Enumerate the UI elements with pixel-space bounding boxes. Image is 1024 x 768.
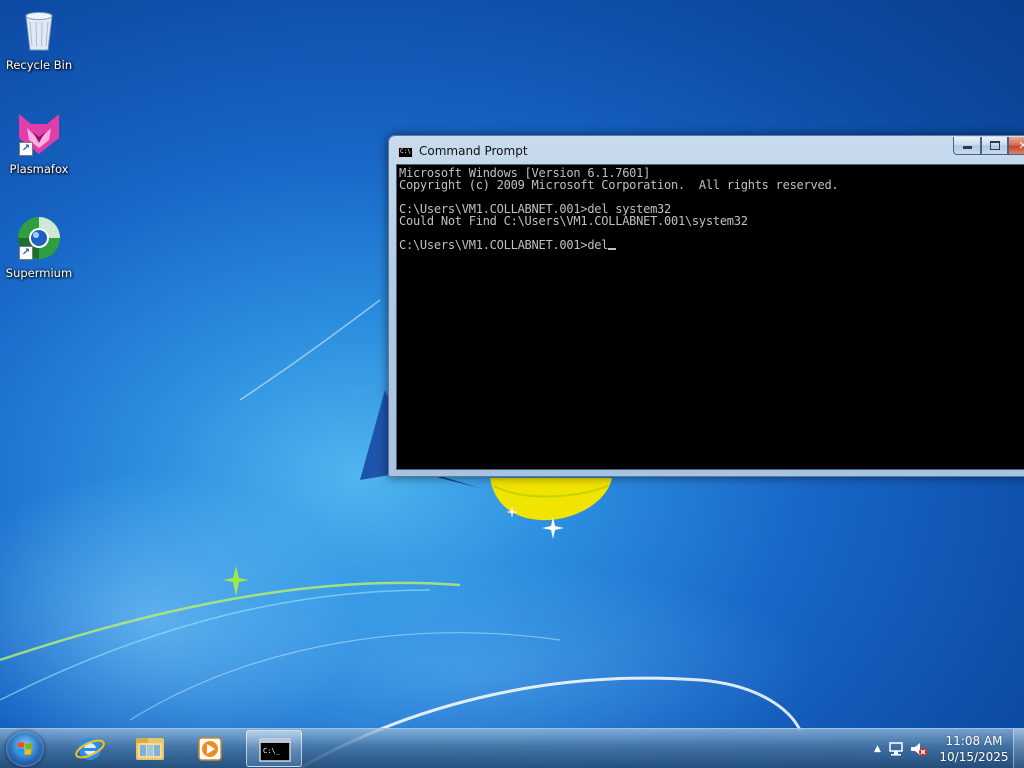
taskbar-app-command-prompt[interactable]: C:\_ [246, 730, 302, 767]
minimize-icon [962, 146, 972, 149]
recycle-bin-icon [15, 6, 63, 54]
start-button[interactable] [6, 731, 44, 767]
console-line: Copyright (c) 2009 Microsoft Corporation… [399, 178, 839, 192]
window-titlebar[interactable]: C:\ Command Prompt ✕ [389, 136, 1024, 164]
desktop-icon-plasmafox[interactable]: ↗ Plasmafox [2, 110, 76, 176]
windows-explorer-icon [136, 738, 164, 760]
show-hidden-icons-icon[interactable]: ▲ [874, 744, 881, 754]
command-prompt-window[interactable]: C:\ Command Prompt ✕ Microsoft Windows [… [388, 135, 1024, 477]
shortcut-arrow-icon: ↗ [19, 246, 33, 260]
taskbar-app-internet-explorer[interactable] [62, 730, 118, 767]
maximize-button[interactable] [981, 137, 1008, 155]
show-desktop-button[interactable] [1013, 729, 1024, 768]
command-prompt-icon: C:\ [398, 147, 413, 158]
command-prompt-icon: C:\_ [259, 738, 291, 762]
volume-muted-icon[interactable] [910, 741, 928, 757]
internet-explorer-icon [75, 738, 105, 760]
clock-date: 10/15/2025 [939, 750, 1009, 764]
shortcut-arrow-icon: ↗ [19, 142, 33, 156]
plasmafox-icon: ↗ [15, 110, 63, 158]
system-tray: ▲ 11:08 AM 10/15/2025 [864, 729, 1024, 768]
taskbar: C:\_ ▲ 11:08 AM 10/15/2025 [0, 728, 1024, 768]
console-output[interactable]: Microsoft Windows [Version 6.1.7601] Cop… [396, 164, 1024, 470]
taskbar-app-media-player[interactable] [182, 730, 238, 767]
close-button[interactable]: ✕ [1008, 137, 1024, 155]
desktop-icon-label: Recycle Bin [5, 58, 73, 72]
desktop-icon-label: Supermium [5, 266, 73, 280]
taskbar-app-windows-explorer[interactable] [122, 730, 178, 767]
network-icon[interactable] [888, 741, 904, 757]
console-input-line[interactable]: C:\Users\VM1.COLLABNET.001>del [399, 239, 1024, 251]
svg-text:C:\_: C:\_ [263, 747, 281, 755]
console-input-text: C:\Users\VM1.COLLABNET.001>del [399, 238, 609, 252]
media-player-icon [198, 737, 222, 761]
windows-start-icon [17, 742, 32, 755]
text-cursor [608, 248, 617, 250]
desktop-icon-recycle-bin[interactable]: Recycle Bin [2, 6, 76, 72]
supermium-icon: ↗ [15, 214, 63, 262]
desktop-icon-label: Plasmafox [9, 162, 69, 176]
console-line: Could Not Find C:\Users\VM1.COLLABNET.00… [399, 214, 748, 228]
clock-time: 11:08 AM [945, 734, 1003, 748]
desktop-icon-supermium[interactable]: ↗ Supermium [2, 214, 76, 280]
clock[interactable]: 11:08 AM 10/15/2025 [936, 733, 1012, 765]
minimize-button[interactable] [953, 137, 981, 155]
close-icon: ✕ [1018, 139, 1024, 152]
desktop: Recycle Bin ↗ Plasmafox ↗ Supermium C:\ … [0, 0, 1024, 768]
maximize-icon [989, 141, 1000, 150]
window-title: Command Prompt [419, 144, 528, 158]
